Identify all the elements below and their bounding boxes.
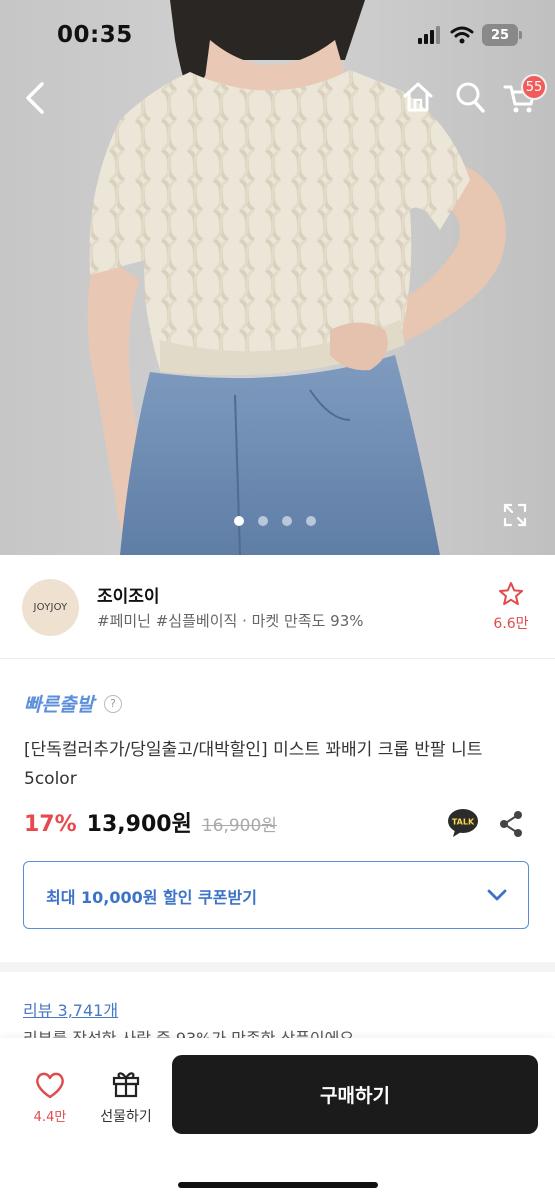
pagination-dot[interactable] (306, 516, 316, 526)
cart-badge: 55 (521, 74, 547, 100)
help-icon[interactable]: ? (103, 694, 122, 713)
gift-icon (112, 1072, 140, 1098)
kakao-talk-label: TALK (452, 818, 475, 827)
back-icon[interactable] (18, 78, 54, 118)
seller-logo-text: JOYJOY (33, 602, 68, 613)
battery-indicator: 25 (482, 24, 522, 46)
coupon-label: 최대 10,000원 할인 쿠폰받기 (46, 888, 257, 907)
coupon-button[interactable]: 최대 10,000원 할인 쿠폰받기 (23, 861, 529, 929)
fast-shipping-label: 빠른출발 (24, 694, 94, 716)
sale-price: 13,900원 (86, 812, 192, 837)
signal-icon (418, 26, 440, 44)
status-icons: 25 (418, 24, 522, 46)
home-icon[interactable] (401, 80, 435, 114)
price-row: 17% 13,900원 16,900원 (24, 806, 277, 838)
chevron-down-icon (487, 889, 507, 901)
home-indicator (178, 1182, 378, 1188)
product-image-gallery[interactable]: 00:35 25 55 (0, 0, 555, 555)
favorite-count: 6.6만 (493, 616, 529, 632)
favorite-seller-button[interactable]: 6.6만 (485, 581, 537, 633)
status-bar: 00:35 25 (0, 0, 555, 70)
expand-icon[interactable] (502, 502, 528, 528)
star-icon (499, 582, 523, 605)
discount-rate: 17% (24, 812, 77, 837)
section-divider (0, 962, 555, 972)
buy-button[interactable]: 구매하기 (172, 1055, 538, 1134)
gallery-pagination (234, 516, 316, 526)
wifi-icon (450, 26, 474, 44)
heart-icon (36, 1072, 64, 1099)
gift-button[interactable]: 선물하기 (92, 1068, 160, 1126)
like-count: 4.4만 (33, 1110, 67, 1125)
pagination-dot[interactable] (234, 516, 244, 526)
review-count-link[interactable]: 리뷰 3,741개 (23, 997, 118, 1021)
search-icon[interactable] (454, 80, 486, 114)
kakao-talk-icon[interactable]: TALK (447, 808, 479, 838)
bottom-action-bar: 4.4만 선물하기 구매하기 (0, 1038, 555, 1200)
battery-level: 25 (490, 27, 510, 43)
pagination-dot[interactable] (282, 516, 292, 526)
like-button[interactable]: 4.4만 (22, 1070, 78, 1125)
original-price: 16,900원 (201, 816, 277, 836)
seller-logo[interactable]: JOYJOY (22, 579, 79, 636)
product-title: [단독컬러추가/당일출고/대박할인] 미스트 꽈배기 크롭 반팔 니트 5col… (24, 740, 483, 789)
pagination-dot[interactable] (258, 516, 268, 526)
status-time: 00:35 (57, 22, 133, 48)
gift-label: 선물하기 (100, 1109, 152, 1125)
share-icon[interactable] (497, 809, 525, 839)
seller-meta: #페미닌 #심플베이직 · 마켓 만족도 93% (97, 612, 364, 630)
fast-shipping-row: 빠른출발 ? (24, 690, 122, 717)
seller-name[interactable]: 조이조이 (97, 582, 160, 607)
seller-section[interactable]: JOYJOY 조이조이 #페미닌 #심플베이직 · 마켓 만족도 93% 6.6… (0, 555, 555, 659)
